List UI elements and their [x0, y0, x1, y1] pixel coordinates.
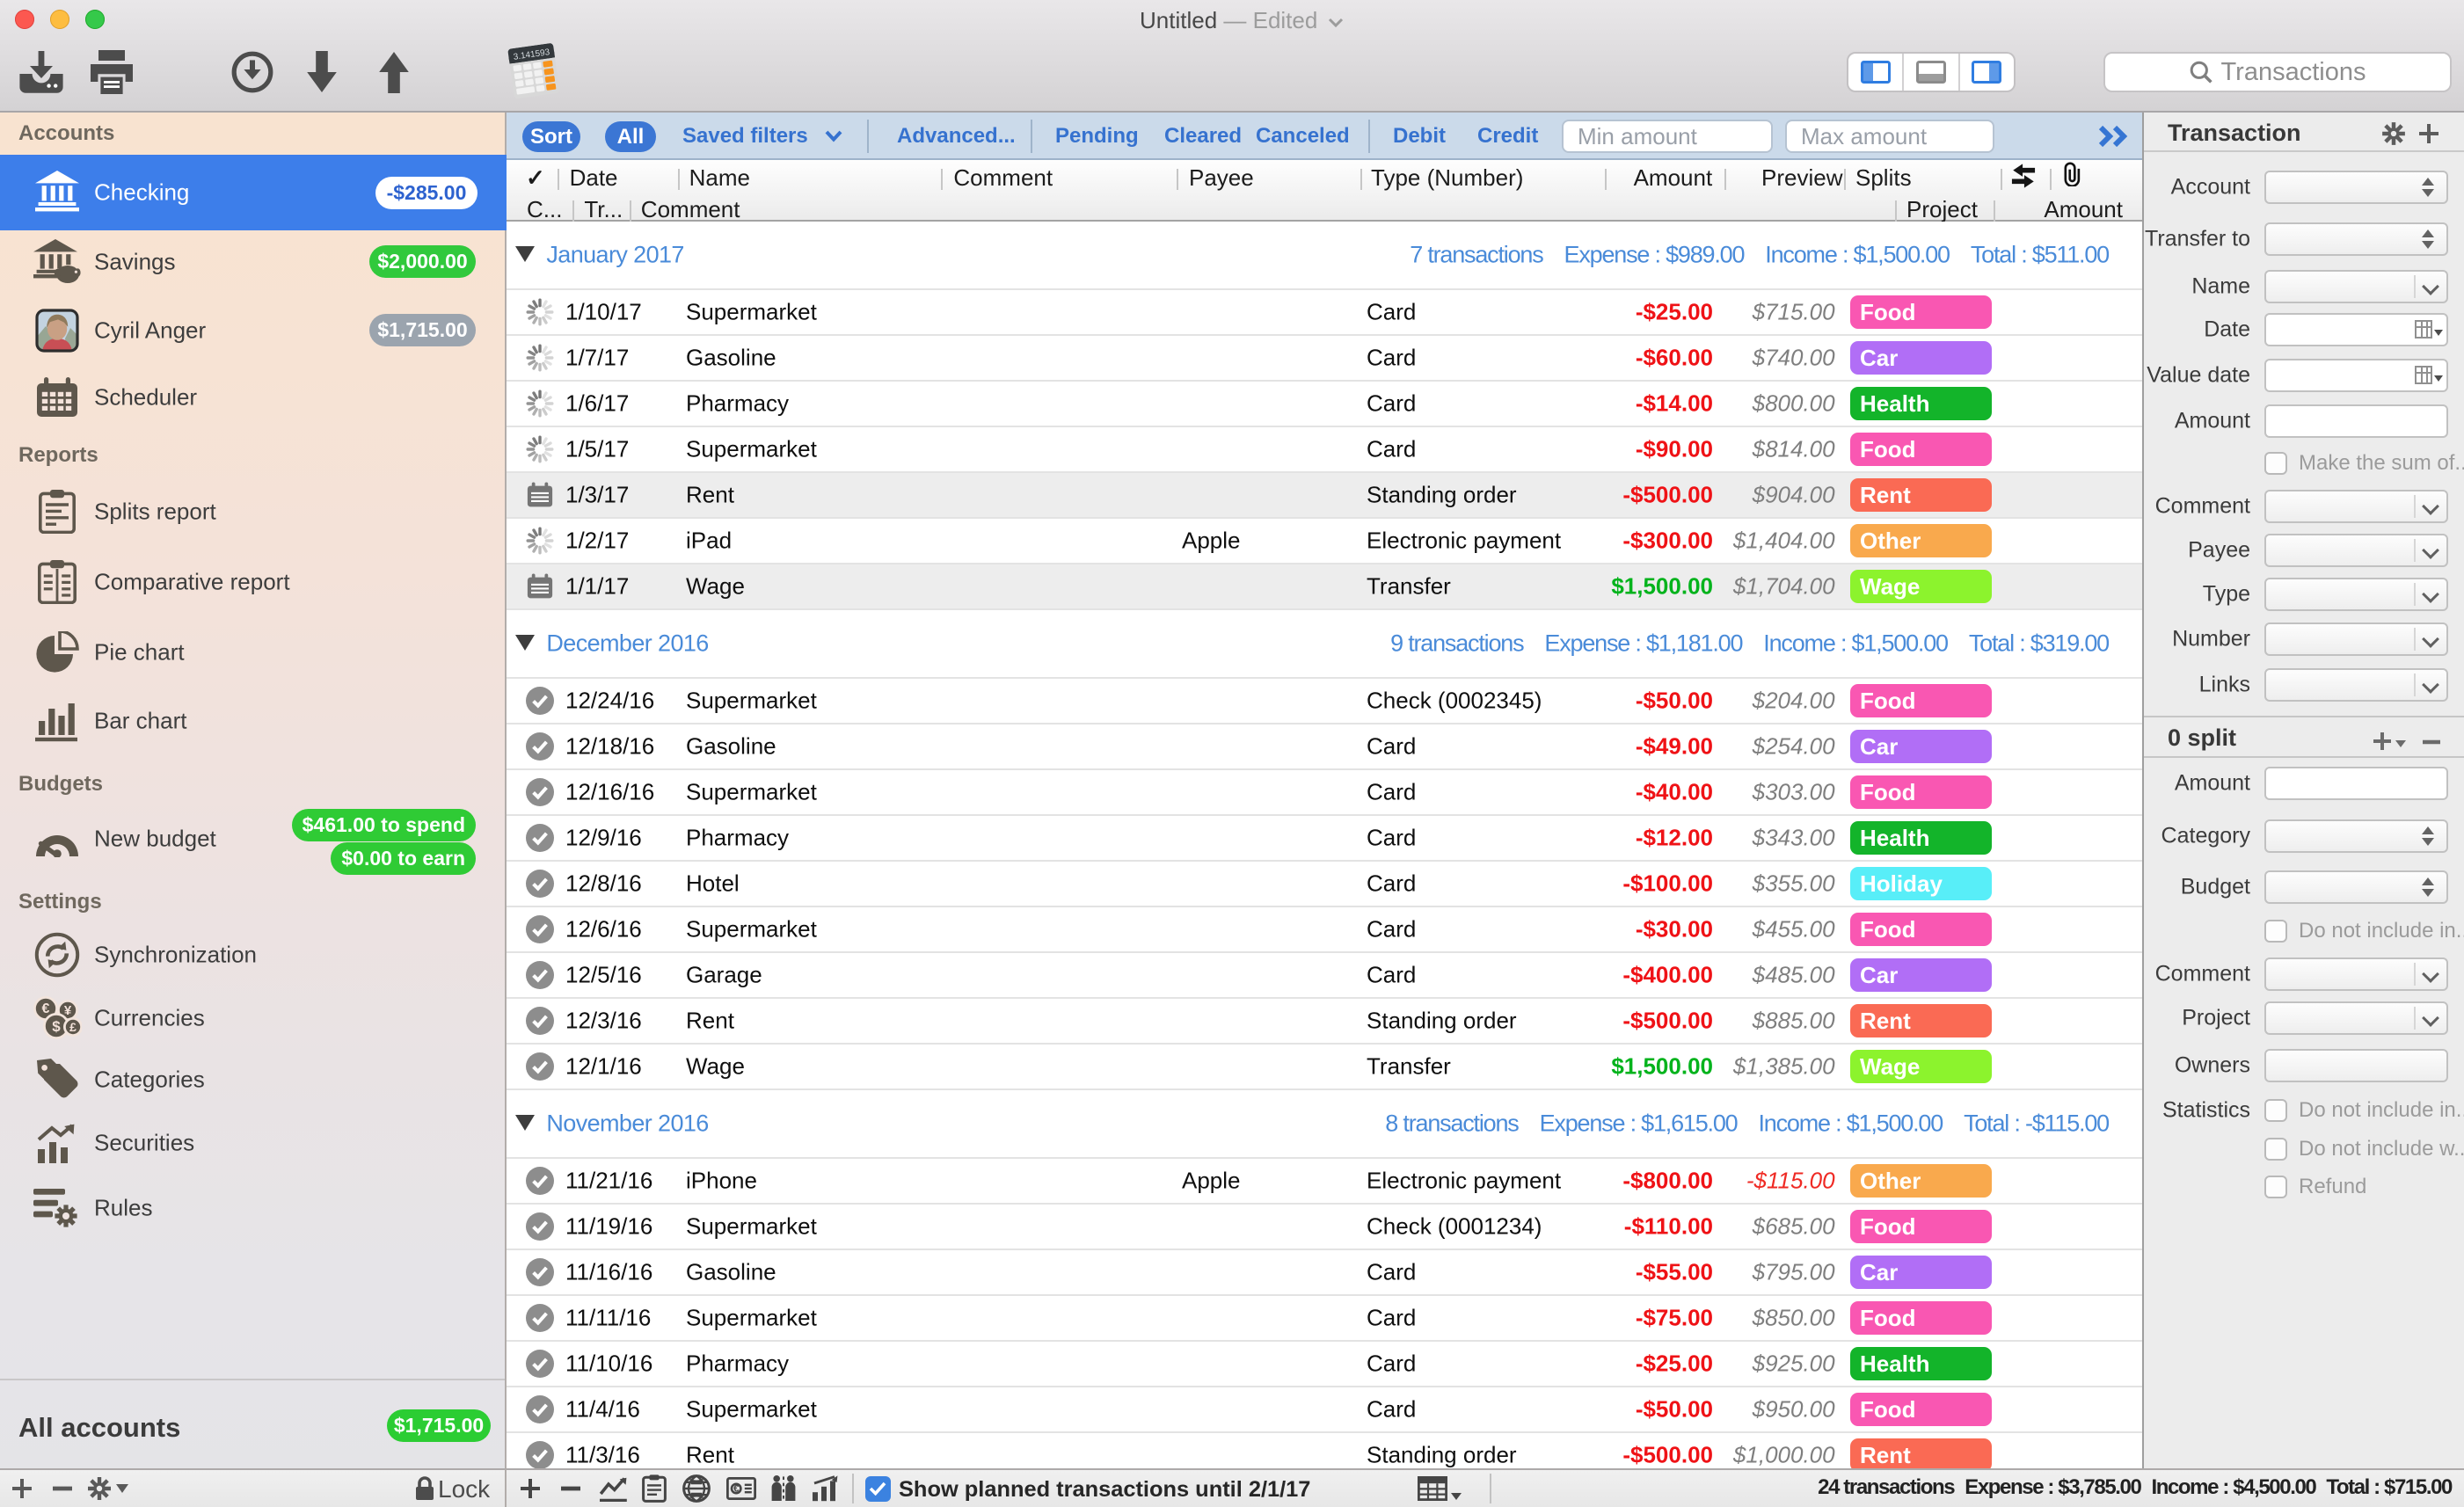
svg-text:£: £ — [69, 1020, 77, 1034]
svg-text:¥: ¥ — [64, 1003, 72, 1018]
svg-text:€: € — [733, 1484, 739, 1495]
svg-text:€: € — [42, 1001, 50, 1016]
svg-text:$: $ — [52, 1018, 61, 1035]
